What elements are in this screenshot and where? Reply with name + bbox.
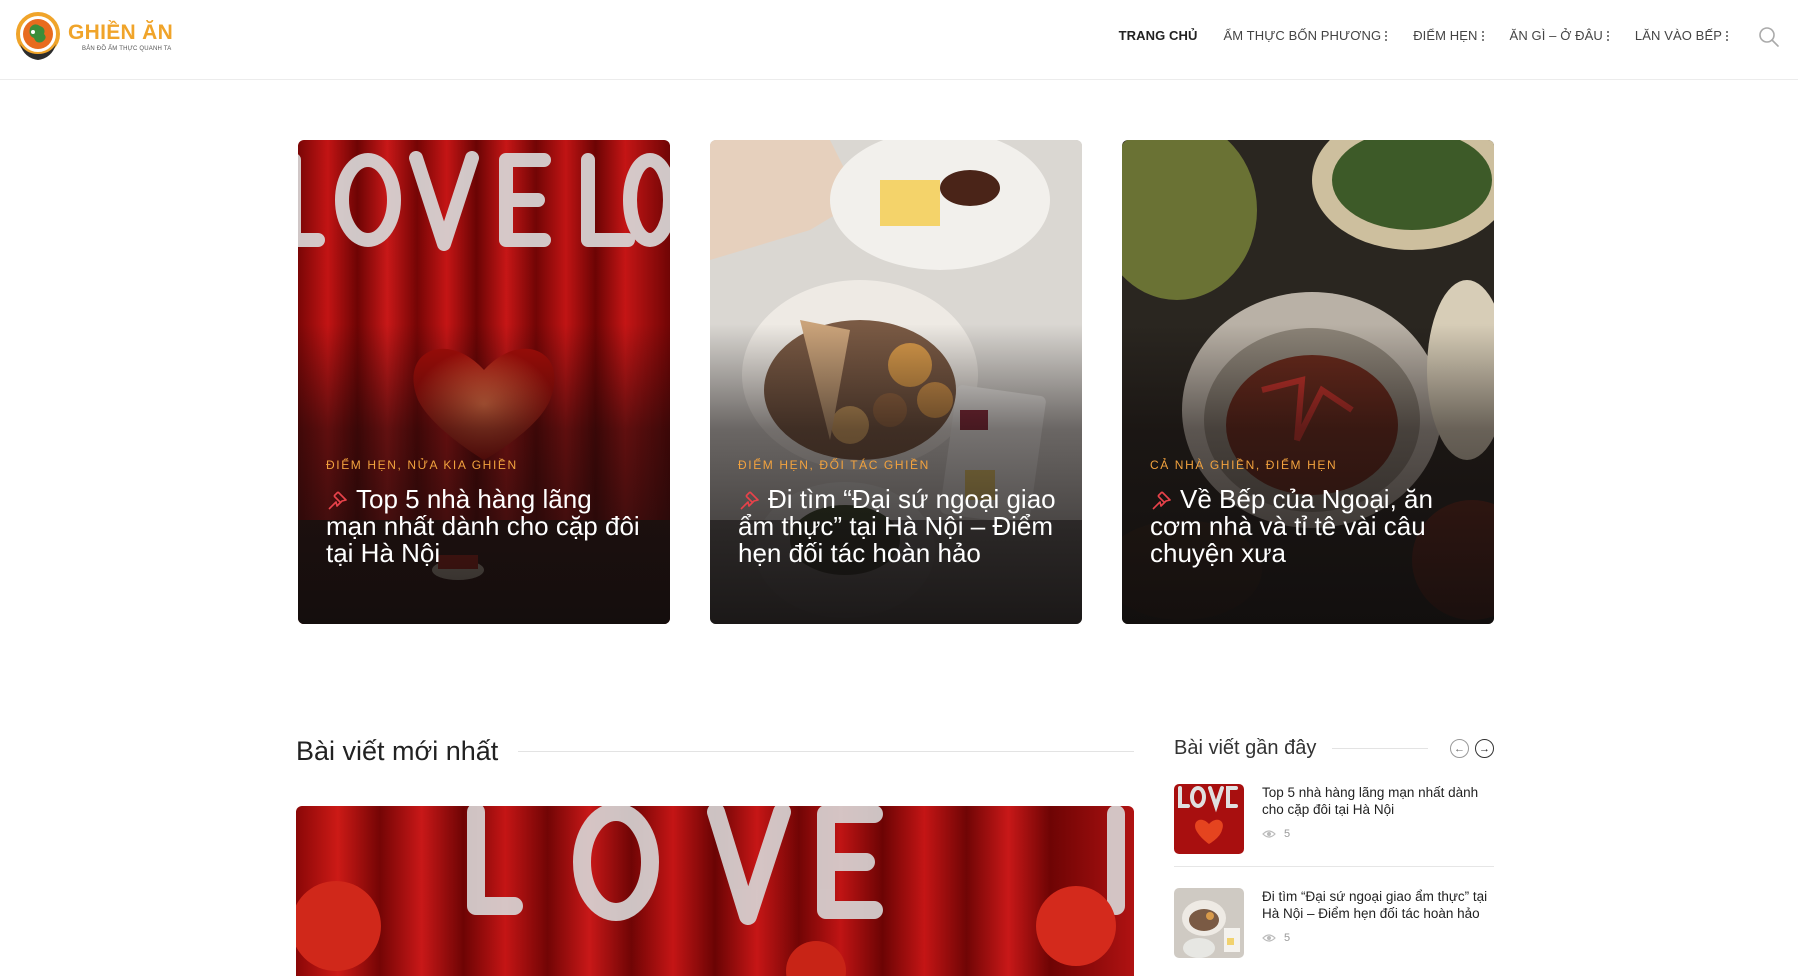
featured-posts: ĐIỂM HẸN, NỬA KIA GHIỀN Top 5 nhà hàng l… [298, 140, 1494, 624]
section-title: Bài viết mới nhất [296, 736, 499, 766]
recent-post-thumbnail[interactable] [1174, 888, 1244, 958]
menu-dots-icon [1481, 30, 1484, 41]
latest-post-image[interactable] [296, 806, 1134, 976]
nav-item-label: LĂN VÀO BẾP [1634, 28, 1722, 43]
nav-item-diem-hen[interactable]: ĐIỂM HẸN [1413, 28, 1484, 43]
site-header: GHIỀN ĂN BẢN ĐỒ ẨM THỰC QUANH TA TRANG C… [0, 0, 1798, 80]
post-categories[interactable]: CẢ NHÀ GHIỀN, ĐIỂM HẸN [1150, 458, 1470, 472]
menu-dots-icon [1726, 30, 1728, 41]
menu-dots-icon [1606, 30, 1609, 41]
search-icon[interactable] [1758, 26, 1780, 48]
post-categories[interactable]: ĐIỂM HẸN, ĐỐI TÁC GHIỀN [738, 458, 1058, 472]
sidebar-title: Bài viết gần đây [1174, 737, 1317, 759]
featured-card[interactable]: CẢ NHÀ GHIỀN, ĐIỂM HẸN Về Bếp của Ngoại,… [1122, 140, 1494, 624]
nav-item-label: TRANG CHỦ [1118, 28, 1198, 43]
post-title[interactable]: Về Bếp của Ngoại, ăn cơm nhà và tỉ tê và… [1150, 486, 1470, 567]
post-title[interactable]: Đi tìm “Đại sứ ngoại giao ẩm thực” tại H… [738, 486, 1058, 567]
featured-card[interactable]: ĐIỂM HẸN, ĐỐI TÁC GHIỀN Đi tìm “Đại sứ n… [710, 140, 1082, 624]
post-categories[interactable]: ĐIỂM HẸN, NỬA KIA GHIỀN [326, 458, 646, 472]
recent-post-item[interactable]: Top 5 nhà hàng lãng mạn nhất dành cho cặ… [1174, 784, 1494, 854]
view-count: 5 [1262, 932, 1494, 944]
brand-tagline: BẢN ĐỒ ẨM THỰC QUANH TA [82, 46, 172, 52]
nav-item-label: ẨM THỰC BỐN PHƯƠNG [1223, 28, 1382, 43]
pin-icon [738, 488, 760, 510]
logo-icon [14, 10, 62, 64]
nav-item-label: ĐIỂM HẸN [1413, 28, 1478, 43]
latest-posts-header: Bài viết mới nhất [296, 736, 1134, 767]
eye-icon [1262, 830, 1276, 838]
recent-post-title[interactable]: Top 5 nhà hàng lãng mạn nhất dành cho cặ… [1262, 784, 1494, 818]
pin-icon [326, 488, 348, 510]
view-count-value: 5 [1284, 932, 1291, 944]
site-logo[interactable]: GHIỀN ĂN BẢN ĐỒ ẨM THỰC QUANH TA [14, 10, 173, 64]
nav-item-an-gi-o-dau[interactable]: ĂN GÌ – Ở ĐÂU [1510, 28, 1609, 43]
post-title[interactable]: Top 5 nhà hàng lãng mạn nhất dành cho cặ… [326, 486, 646, 567]
next-arrow-icon[interactable]: → [1475, 739, 1494, 758]
nav-item-lan-vao-bep[interactable]: LĂN VÀO BẾP [1635, 28, 1728, 43]
nav-item-label: ĂN GÌ – Ở ĐÂU [1509, 28, 1603, 43]
main-nav: TRANG CHỦ ẨM THỰC BỐN PHƯƠNG ĐIỂM HẸN ĂN… [1119, 28, 1728, 43]
view-count: 5 [1262, 828, 1494, 840]
brand-name: GHIỀN ĂN [68, 21, 174, 44]
recent-posts-header: Bài viết gần đây ← → [1174, 737, 1494, 760]
menu-dots-icon [1385, 30, 1388, 41]
pin-icon [1150, 488, 1172, 510]
divider [1332, 748, 1428, 749]
eye-icon [1262, 934, 1276, 942]
nav-item-am-thuc-bon-phuong[interactable]: ẨM THỰC BỐN PHƯƠNG [1223, 28, 1388, 43]
divider [1174, 866, 1494, 867]
divider [518, 751, 1134, 752]
nav-item-trang-chu[interactable]: TRANG CHỦ [1119, 28, 1198, 43]
prev-arrow-icon[interactable]: ← [1450, 739, 1469, 758]
view-count-value: 5 [1284, 828, 1291, 840]
recent-post-thumbnail[interactable] [1174, 784, 1244, 854]
featured-card[interactable]: ĐIỂM HẸN, NỬA KIA GHIỀN Top 5 nhà hàng l… [298, 140, 670, 624]
recent-post-item[interactable]: Đi tìm “Đại sứ ngoại giao ẩm thực” tại H… [1174, 888, 1494, 958]
recent-post-title[interactable]: Đi tìm “Đại sứ ngoại giao ẩm thực” tại H… [1262, 888, 1494, 922]
